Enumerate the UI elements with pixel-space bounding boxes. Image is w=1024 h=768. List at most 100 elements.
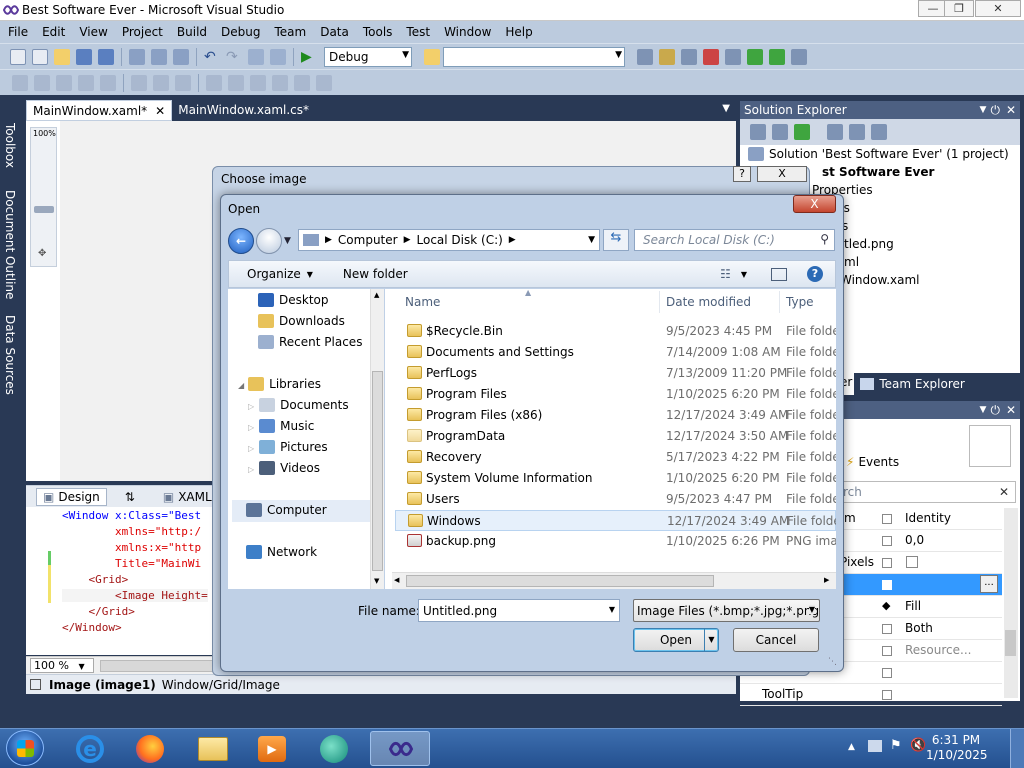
- nav-item-computer[interactable]: Computer: [232, 500, 370, 522]
- close-window-button[interactable]: ✕: [975, 0, 1021, 17]
- network-tray-icon[interactable]: [868, 740, 882, 752]
- choose-image-close-button[interactable]: X: [757, 166, 807, 182]
- class-diagram-icon[interactable]: [871, 124, 887, 140]
- menu-tools[interactable]: Tools: [363, 25, 393, 39]
- menu-edit[interactable]: Edit: [42, 25, 65, 39]
- expand-chevron-icon[interactable]: ▷: [248, 444, 254, 453]
- align-centers-icon[interactable]: [34, 74, 50, 91]
- system-clock[interactable]: 6:31 PM 1/10/2025: [926, 733, 988, 763]
- new-folder-button[interactable]: New folder: [343, 267, 408, 281]
- chevron-down-icon[interactable]: ▼: [704, 629, 718, 651]
- tab-team-explorer[interactable]: Team Explorer: [854, 377, 965, 391]
- nav-item-documents[interactable]: ▷ Documents: [248, 398, 349, 412]
- data-sources-tab[interactable]: Data Sources: [3, 315, 17, 395]
- back-arrow-icon[interactable]: ←: [228, 228, 254, 254]
- firefox-taskbar-button[interactable]: [124, 731, 176, 766]
- chevron-down-icon[interactable]: ▼: [808, 605, 815, 614]
- design-tab[interactable]: ▣ Design: [36, 487, 107, 506]
- file-explorer-taskbar-button[interactable]: [186, 731, 238, 766]
- start-page-icon[interactable]: [769, 48, 785, 65]
- menu-test[interactable]: Test: [406, 25, 430, 39]
- organize-button[interactable]: Organize ▼: [247, 267, 313, 281]
- file-row-selected[interactable]: Windows 12/17/2024 3:49 AMFile folder: [395, 510, 836, 531]
- preview-pane-icon[interactable]: [771, 267, 787, 281]
- cancel-button[interactable]: Cancel: [733, 628, 819, 652]
- save-icon[interactable]: [76, 48, 92, 65]
- open-file-icon[interactable]: [54, 48, 70, 65]
- chevron-down-icon[interactable]: ▼: [722, 103, 730, 114]
- make-same-height-icon[interactable]: [153, 74, 169, 91]
- horizontal-scrollbar[interactable]: [100, 659, 220, 672]
- tree-item-solution[interactable]: Solution 'Best Software Ever' (1 project…: [748, 147, 1009, 161]
- address-history-chevron-icon[interactable]: ▼: [588, 235, 595, 245]
- align-middles-icon[interactable]: [100, 74, 116, 91]
- breadcrumb-path[interactable]: Window/Grid/Image: [162, 678, 280, 692]
- chevron-down-icon[interactable]: ▼: [609, 605, 615, 614]
- menu-window[interactable]: Window: [444, 25, 491, 39]
- extension-manager-icon[interactable]: [747, 48, 763, 65]
- help-button[interactable]: ?: [733, 166, 751, 182]
- expand-chevron-icon[interactable]: ◢: [238, 381, 244, 390]
- file-row[interactable]: Documents and Settings 7/14/2009 1:08 AM F…: [395, 342, 836, 363]
- bring-to-front-icon[interactable]: [294, 74, 310, 91]
- file-type-select[interactable]: Image Files (*.bmp;*.jpg;*.png; ▼: [633, 599, 820, 622]
- align-lefts-icon[interactable]: [12, 74, 28, 91]
- nav-item-pictures[interactable]: ▷ Pictures: [248, 440, 328, 454]
- make-same-size-icon[interactable]: [175, 74, 191, 91]
- nav-item-recent-places[interactable]: Recent Places: [258, 335, 362, 349]
- menu-view[interactable]: View: [79, 25, 107, 39]
- search-icon[interactable]: ⚲: [820, 232, 829, 246]
- chevron-right-icon[interactable]: ▶: [325, 235, 332, 245]
- zoom-slider-thumb[interactable]: [34, 206, 54, 213]
- vertical-spacing-icon[interactable]: [228, 74, 244, 91]
- paste-icon[interactable]: [173, 48, 189, 65]
- navigate-back-icon[interactable]: [248, 48, 264, 65]
- center-vertically-icon[interactable]: [272, 74, 288, 91]
- scroll-right-icon[interactable]: ▶: [824, 576, 829, 584]
- scroll-up-icon[interactable]: ▲: [374, 291, 379, 299]
- nav-item-desktop[interactable]: Desktop: [258, 293, 329, 307]
- copy-icon[interactable]: [151, 48, 167, 65]
- expand-chevron-icon[interactable]: ▷: [248, 423, 254, 432]
- document-outline-tab[interactable]: Document Outline: [3, 190, 17, 299]
- menu-file[interactable]: File: [8, 25, 28, 39]
- tools-icon[interactable]: [725, 48, 741, 65]
- refresh-icon[interactable]: [794, 124, 810, 140]
- start-debugging-icon[interactable]: ▶: [301, 49, 317, 65]
- refresh-button[interactable]: ⇆: [603, 229, 629, 251]
- navigate-forward-icon[interactable]: [270, 48, 286, 65]
- chevron-down-icon[interactable]: ▼: [980, 405, 987, 415]
- breadcrumb-local-disk[interactable]: Local Disk (C:): [417, 233, 503, 247]
- toolbox-icon[interactable]: [703, 48, 719, 65]
- align-tops-icon[interactable]: [78, 74, 94, 91]
- menu-data[interactable]: Data: [320, 25, 349, 39]
- horizontal-spacing-icon[interactable]: [206, 74, 222, 91]
- file-row[interactable]: $Recycle.Bin 9/5/2023 4:45 PM File folder: [395, 321, 836, 342]
- column-header-name[interactable]: Name: [405, 295, 440, 309]
- address-bar[interactable]: ▶ Computer ▶ Local Disk (C:) ▶ ▼: [298, 229, 600, 251]
- file-row[interactable]: Program Files (x86) 12/17/2024 3:49 AM Fil…: [395, 405, 836, 426]
- add-item-icon[interactable]: [32, 48, 48, 65]
- object-browser-icon[interactable]: [681, 48, 697, 65]
- scroll-down-icon[interactable]: ▼: [374, 577, 379, 585]
- tab-mainwindow-xaml[interactable]: MainWindow.xaml* ✕: [26, 100, 173, 121]
- view-options-icon[interactable]: ☷: [720, 267, 731, 281]
- fit-to-view-icon[interactable]: ✥: [38, 248, 46, 259]
- column-header-type[interactable]: Type: [786, 295, 814, 309]
- zoom-slider[interactable]: 100% ✥: [30, 127, 57, 267]
- chevron-down-icon[interactable]: ▼: [741, 270, 747, 279]
- toolbox-tab[interactable]: Toolbox: [3, 123, 17, 168]
- restore-button[interactable]: ❐: [944, 0, 974, 17]
- scroll-left-icon[interactable]: ◀: [394, 576, 399, 584]
- action-center-flag-icon[interactable]: ⚑: [890, 738, 902, 753]
- xaml-tab[interactable]: ▣ XAML: [163, 490, 212, 504]
- ellipsis-button[interactable]: ...: [980, 575, 998, 593]
- menu-debug[interactable]: Debug: [221, 25, 260, 39]
- cut-icon[interactable]: [129, 48, 145, 65]
- tree-item-untitled-png[interactable]: titled.png: [836, 237, 894, 251]
- tree-item-mainwindow[interactable]: ml: [844, 255, 859, 269]
- clear-search-icon[interactable]: ✕: [999, 485, 1009, 499]
- close-icon[interactable]: ✕: [1006, 103, 1016, 117]
- breadcrumb-computer[interactable]: Computer: [338, 233, 398, 247]
- properties-window-icon[interactable]: [659, 48, 675, 65]
